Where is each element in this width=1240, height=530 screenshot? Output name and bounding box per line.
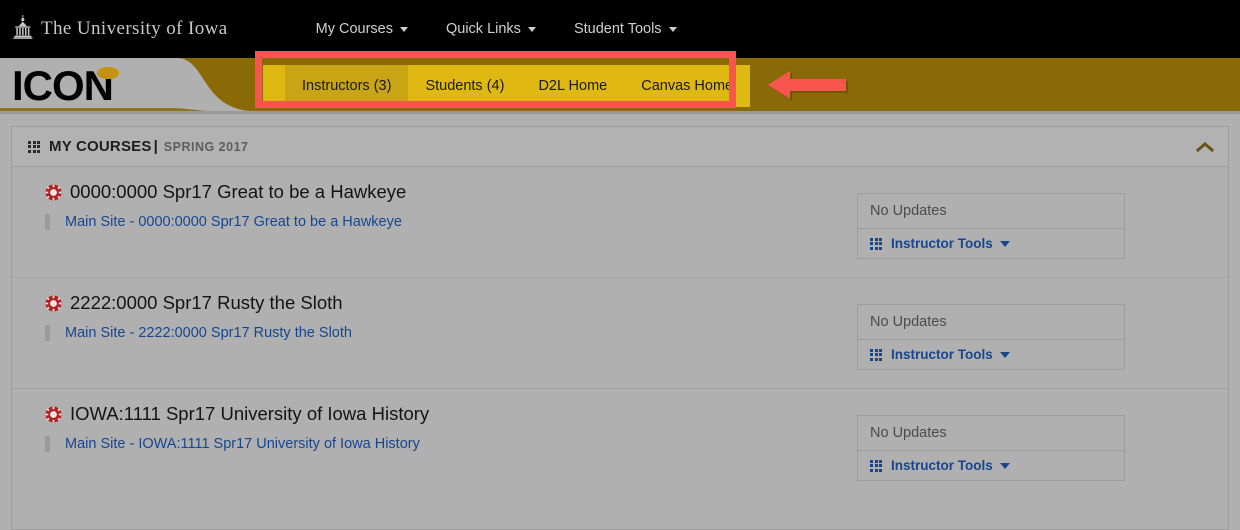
course-title: 2222:0000 Spr17 Rusty the Sloth [70, 292, 343, 313]
updates-status: No Updates [858, 416, 1124, 451]
tab-strip-left-pad [263, 65, 285, 107]
icon-bar-divider [0, 111, 1240, 114]
instructor-tools-label: Instructor Tools [891, 347, 993, 362]
course-title: IOWA:1111 Spr17 University of Iowa Histo… [70, 403, 430, 424]
university-brand[interactable]: The University of Iowa [12, 14, 228, 44]
left-arrow-annotation-icon [768, 71, 848, 101]
tab-canvas-home[interactable]: Canvas Home [624, 65, 750, 107]
tab-d2l-home-label: D2L Home [538, 78, 608, 94]
course-badge-icon [45, 406, 62, 422]
chevron-down-icon [527, 26, 536, 32]
course-title: 0000:0000 Spr17 Great to be a Hawkeye [70, 181, 407, 202]
my-courses-header: MY COURSES | SPRING 2017 [12, 127, 1228, 167]
caret-down-icon [999, 351, 1010, 358]
caret-down-icon [999, 462, 1010, 469]
title-separator: | [153, 138, 158, 155]
grid-icon [870, 459, 882, 472]
tab-instructors[interactable]: Instructors (3) [285, 65, 409, 107]
course-main-site-link[interactable]: Main Site - 0000:0000 Spr17 Great to be … [65, 214, 402, 230]
nav-item-student-tools-label: Student Tools [573, 21, 662, 37]
course-main-site-link[interactable]: Main Site - IOWA:1111 Spr17 University o… [65, 436, 420, 452]
updates-panel: No Updates Instructor Tools [857, 193, 1125, 259]
capitol-building-icon [12, 14, 34, 44]
tab-students-label: Students (4) [425, 78, 505, 94]
tab-canvas-home-label: Canvas Home [641, 78, 734, 94]
updates-panel: No Updates Instructor Tools [857, 415, 1125, 481]
nav-item-student-tools[interactable]: Student Tools [574, 21, 677, 37]
grid-icon [870, 237, 882, 250]
grid-icon [870, 348, 882, 361]
course-badge-icon [45, 184, 62, 200]
nav-item-my-courses-label: My Courses [315, 21, 393, 37]
icon-tab-strip: Instructors (3) Students (4) D2L Home Ca… [263, 65, 751, 107]
course-badge-icon [45, 295, 62, 311]
top-navigation-bar: The University of Iowa My Courses Quick … [0, 0, 1240, 58]
tab-students[interactable]: Students (4) [408, 65, 521, 107]
course-accent-bar [45, 325, 50, 341]
icon-branding-bar: ICON Instructors (3) Students (4) D2L Ho… [0, 58, 1240, 114]
nav-item-quick-links-label: Quick Links [445, 21, 521, 37]
instructor-tools-button[interactable]: Instructor Tools [858, 229, 1124, 258]
course-main-site-link[interactable]: Main Site - 2222:0000 Spr17 Rusty the Sl… [65, 325, 352, 341]
grid-icon [28, 140, 40, 153]
updates-panel: No Updates Instructor Tools [857, 304, 1125, 370]
collapse-card-button[interactable] [1196, 141, 1214, 153]
tab-instructors-label: Instructors (3) [302, 78, 392, 94]
term-label: SPRING 2017 [163, 139, 249, 154]
page-title: MY COURSES [49, 138, 152, 155]
university-wordmark: The University of Iowa [41, 18, 228, 39]
icon-logo-region[interactable]: ICON [0, 58, 250, 114]
page-content: MY COURSES | SPRING 2017 0000:0000 Spr17… [0, 114, 1240, 530]
instructor-tools-button[interactable]: Instructor Tools [858, 340, 1124, 369]
course-accent-bar [45, 214, 50, 230]
table-row: 2222:0000 Spr17 Rusty the Sloth Main Sit… [12, 278, 1228, 389]
table-row: IOWA:1111 Spr17 University of Iowa Histo… [12, 389, 1228, 500]
instructor-tools-label: Instructor Tools [891, 458, 993, 473]
course-accent-bar [45, 436, 50, 452]
instructor-tools-button[interactable]: Instructor Tools [858, 451, 1124, 480]
instructor-tools-label: Instructor Tools [891, 236, 993, 251]
updates-status: No Updates [858, 194, 1124, 229]
updates-status: No Updates [858, 305, 1124, 340]
chevron-down-icon [668, 26, 677, 32]
nav-item-quick-links[interactable]: Quick Links [446, 21, 536, 37]
primary-nav: My Courses Quick Links Student Tools [316, 21, 677, 37]
caret-down-icon [999, 240, 1010, 247]
chevron-down-icon [399, 26, 408, 32]
tab-d2l-home[interactable]: D2L Home [521, 65, 624, 107]
my-courses-card: MY COURSES | SPRING 2017 0000:0000 Spr17… [11, 126, 1229, 530]
icon-logo-accent-dot [97, 67, 119, 79]
table-row: 0000:0000 Spr17 Great to be a Hawkeye Ma… [12, 167, 1228, 278]
nav-item-my-courses[interactable]: My Courses [316, 21, 408, 37]
chevron-up-icon [1196, 141, 1214, 152]
